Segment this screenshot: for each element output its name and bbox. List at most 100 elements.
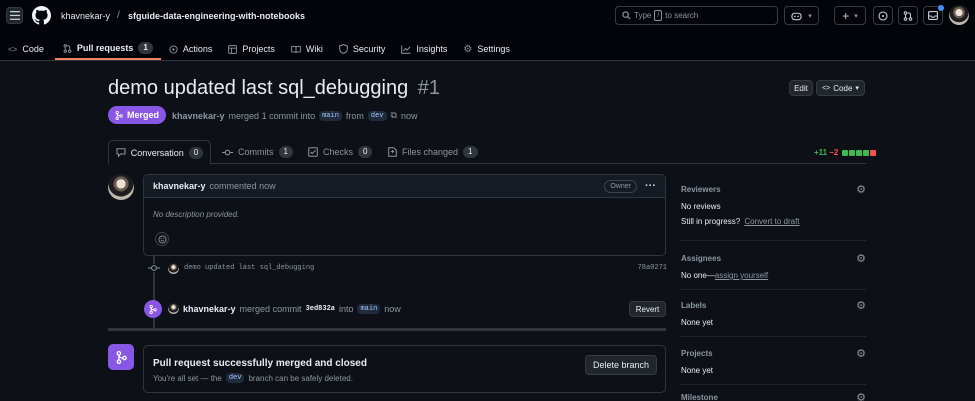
pr-time: now — [400, 110, 418, 121]
pr-title: demo updated last sql_debugging — [108, 77, 409, 99]
assignees-gear-icon[interactable]: ⚙ — [856, 252, 866, 265]
merged-box-title: Pull request successfully merged and clo… — [153, 358, 367, 369]
reviewers-gear-icon[interactable]: ⚙ — [856, 183, 866, 196]
book-icon — [291, 45, 301, 53]
notifications-button[interactable] — [923, 5, 944, 25]
github-mark-icon — [32, 6, 51, 25]
chevron-down-icon: ▾ — [855, 85, 859, 92]
tab-pull-requests[interactable]: Pull requests 1 — [54, 38, 161, 60]
issues-button[interactable] — [873, 6, 893, 25]
search-input[interactable]: Type / to search — [615, 6, 778, 25]
add-reaction-button[interactable] — [155, 232, 169, 246]
merge-commit-sha[interactable]: 3ed832a — [306, 305, 335, 313]
revert-button[interactable]: Revert — [629, 301, 666, 317]
merged-status-badge: Merged — [108, 106, 166, 124]
head-branch-label[interactable]: dev — [367, 110, 387, 121]
search-placeholder-suffix: to search — [665, 11, 699, 20]
commit-message-link[interactable]: demo updated last sql_debugging — [184, 264, 314, 272]
checklist-icon — [308, 147, 318, 157]
pr-tab-conversation[interactable]: Conversation 0 — [108, 140, 211, 164]
base-branch-label[interactable]: main — [319, 110, 342, 121]
timeline-end-divider — [108, 328, 666, 331]
merge-author-link[interactable]: khavnekar-y — [183, 304, 236, 314]
hamburger-menu-button[interactable] — [6, 7, 23, 24]
delete-branch-button[interactable]: Delete branch — [585, 355, 657, 375]
tab-actions[interactable]: Actions — [161, 38, 221, 60]
assignees-value: No one— — [681, 271, 715, 280]
edit-title-button[interactable]: Edit — [789, 80, 813, 96]
lines-added: +11 — [814, 148, 828, 157]
tab-projects-label: Projects — [242, 44, 275, 54]
merge-branch-label[interactable]: main — [357, 303, 381, 314]
merge-icon — [115, 110, 123, 120]
convert-to-draft-link[interactable]: Convert to draft — [744, 217, 799, 226]
github-logo[interactable] — [32, 6, 51, 25]
diffstat-block — [863, 149, 870, 156]
graph-icon — [401, 45, 411, 54]
tab-projects[interactable]: Projects — [220, 38, 283, 60]
lines-removed: −2 — [829, 148, 839, 157]
pr-tab-conversation-label: Conversation — [130, 147, 184, 158]
repo-path-separator: / — [117, 10, 120, 21]
merged-box: Pull request successfully merged and clo… — [143, 345, 666, 393]
diffstat-block — [849, 149, 856, 156]
merge-event-line: khavnekar-y merged commit 3ed832a into m… — [168, 303, 401, 314]
search-icon — [622, 11, 631, 20]
pull-requests-button[interactable] — [898, 6, 918, 25]
code-dropdown-button[interactable]: <> Code ▾ — [816, 80, 865, 96]
repo-nav: <> Code Pull requests 1 Actions Projects… — [0, 38, 518, 60]
commit-row[interactable]: demo updated last sql_debugging 78a0271 — [147, 261, 667, 275]
code-icon: <> — [8, 44, 18, 54]
pr-author-link[interactable]: khavnekar-y — [172, 111, 225, 121]
more-options-icon[interactable]: ··· — [645, 180, 656, 192]
tab-wiki[interactable]: Wiki — [283, 38, 331, 60]
projects-gear-icon[interactable]: ⚙ — [856, 347, 866, 360]
tab-insights[interactable]: Insights — [393, 38, 455, 60]
tab-pull-requests-label: Pull requests — [76, 43, 134, 53]
pr-from-text: from — [345, 110, 364, 121]
merge-event-badge — [144, 300, 162, 318]
pr-tab-commits-label: Commits — [238, 147, 274, 157]
merge-author-avatar[interactable] — [168, 303, 179, 314]
labels-gear-icon[interactable]: ⚙ — [856, 299, 866, 312]
copy-icon[interactable]: ⧉ — [391, 110, 397, 121]
pr-tab-conversation-count: 0 — [188, 146, 204, 159]
copilot-button[interactable]: ▾ — [784, 6, 819, 25]
tab-security[interactable]: Security — [331, 38, 394, 60]
smiley-icon — [157, 234, 167, 244]
commit-icon — [148, 264, 160, 272]
tab-settings[interactable]: ⚙ Settings — [455, 38, 518, 60]
milestone-gear-icon[interactable]: ⚙ — [856, 393, 866, 401]
comment-author-link[interactable]: khavnekar-y — [153, 181, 206, 191]
pr-tab-checks[interactable]: Checks 0 — [308, 146, 373, 158]
comment-header: khavnekar-y commented now Owner ··· — [144, 175, 665, 198]
repo-owner-link[interactable]: khavnekar-y — [61, 11, 110, 21]
pr-tab-commits[interactable]: Commits 1 — [222, 146, 293, 158]
pr-tabs-divider — [108, 163, 866, 164]
commit-sha-link[interactable]: 78a0271 — [638, 264, 667, 272]
play-icon — [169, 44, 178, 54]
sidebar-milestone: Milestone ⚙ — [681, 393, 866, 401]
sidebar-projects: Projects ⚙ None yet — [681, 347, 866, 375]
pr-meta-line: khavnekar-y merged 1 commit into main fr… — [172, 110, 417, 121]
commit-author-avatar[interactable] — [168, 262, 179, 274]
repo-name-link[interactable]: sfguide-data-engineering-with-notebooks — [128, 11, 305, 21]
create-new-button[interactable]: + ▾ — [834, 6, 866, 25]
search-placeholder-prefix: Type — [634, 11, 652, 20]
merged-box-branch[interactable]: dev — [225, 373, 245, 383]
tab-settings-label: Settings — [477, 44, 510, 54]
tab-insights-label: Insights — [416, 44, 448, 54]
tab-code[interactable]: <> Code — [0, 38, 52, 60]
user-avatar[interactable] — [949, 5, 969, 25]
comment-author-avatar[interactable] — [108, 174, 134, 200]
file-diff-icon — [388, 147, 397, 157]
copilot-icon — [791, 12, 802, 20]
pr-tab-files-changed[interactable]: Files changed 1 — [388, 146, 478, 158]
labels-title: Labels — [681, 301, 707, 310]
assign-yourself-link[interactable]: assign yourself — [715, 271, 768, 280]
tab-pull-requests-count: 1 — [138, 42, 153, 54]
tab-security-label: Security — [352, 44, 386, 54]
pr-tab-checks-count: 0 — [358, 146, 373, 158]
table-icon — [228, 44, 238, 54]
projects-value: None yet — [681, 366, 714, 375]
